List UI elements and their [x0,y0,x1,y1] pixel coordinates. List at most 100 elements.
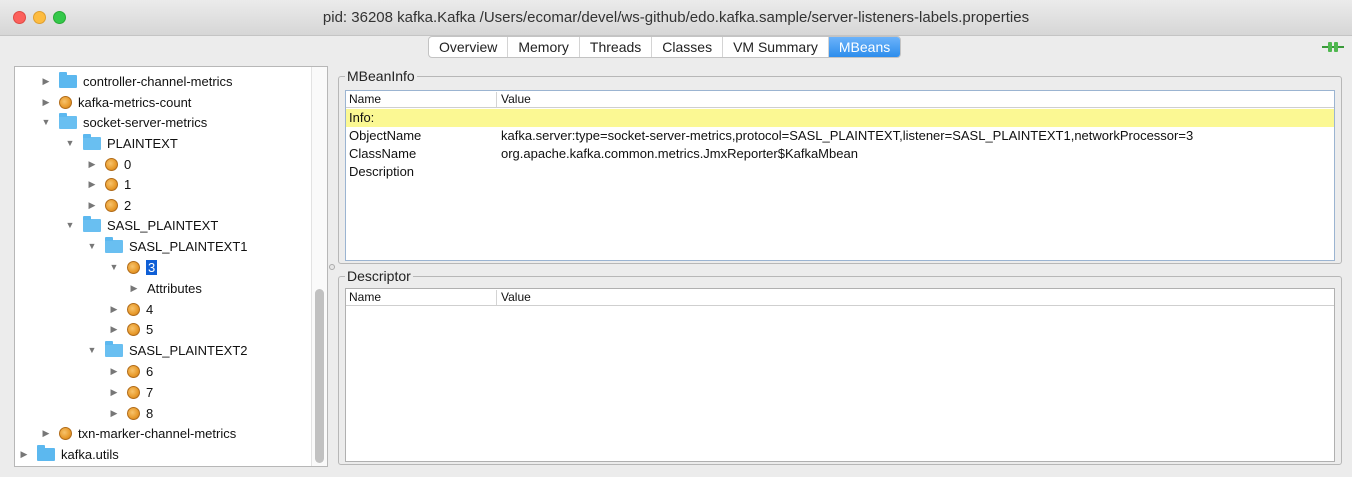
table-row[interactable]: ObjectName kafka.server:type=socket-serv… [346,127,1334,145]
collapse-triangle-icon[interactable]: ▼ [65,138,75,148]
tree-node-txn-marker-channel-metrics[interactable]: ▶ txn-marker-channel-metrics [41,423,237,443]
expand-triangle-icon[interactable]: ▶ [109,387,119,398]
expand-triangle-icon[interactable]: ▶ [19,449,29,460]
column-header-value[interactable]: Value [501,92,531,107]
tree-node-processor-8[interactable]: ▶ 8 [109,403,154,423]
tab-threads[interactable]: Threads [578,37,651,57]
tree-node-processor-1[interactable]: ▶ 1 [87,174,132,194]
tree-node-label: 6 [146,363,154,379]
tree-node-label: 7 [146,384,154,400]
row-name: ObjectName [349,128,422,143]
tree-node-processor-0[interactable]: ▶ 0 [87,154,132,174]
bean-icon [127,364,140,378]
tab-vm-summary[interactable]: VM Summary [722,37,828,57]
window-title: pid: 36208 kafka.Kafka /Users/ecomar/dev… [322,9,1030,26]
tree-node-processor-4[interactable]: ▶ 4 [109,299,154,319]
tree-node-attributes[interactable]: ▶ Attributes [129,278,202,298]
collapse-triangle-icon[interactable]: ▼ [87,345,97,355]
folder-icon [59,71,77,88]
collapse-triangle-icon[interactable]: ▼ [109,262,119,272]
tree-node-label: 5 [146,321,154,337]
tree-node-kafka-utils[interactable]: ▶ kafka.utils [19,444,119,464]
expand-triangle-icon[interactable]: ▶ [109,366,119,377]
tree-node-label: txn-marker-channel-metrics [78,425,237,441]
folder-open-icon [83,133,101,150]
tree-node-processor-7[interactable]: ▶ 7 [109,382,154,402]
table-row[interactable]: ClassName org.apache.kafka.common.metric… [346,145,1334,163]
tree-node-label: 8 [146,405,154,421]
mbeaninfo-table: Name Value Info: ObjectName kafka.server… [345,90,1335,261]
tree-node-label: socket-server-metrics [83,114,208,130]
bean-icon [127,260,140,274]
folder-open-icon [105,236,123,253]
mbeaninfo-panel: MBeanInfo Name Value Info: ObjectName ka… [338,68,1342,264]
tree-node-processor-3[interactable]: ▼ 3 [109,257,158,277]
tree-node-socket-server-metrics[interactable]: ▼ socket-server-metrics [41,112,207,132]
bean-icon [105,157,118,171]
expand-triangle-icon[interactable]: ▶ [109,304,119,315]
table-header: Name Value [346,289,1334,306]
row-name: Description [349,164,415,179]
tree-node-label: 4 [146,301,154,317]
bean-icon [127,406,140,420]
column-header-name[interactable]: Name [349,290,381,305]
mbean-tree: ▶ controller-channel-metrics ▶ kafka-met… [14,66,328,467]
tree-node-label: 1 [124,176,132,192]
expand-triangle-icon[interactable]: ▶ [87,159,97,170]
bean-icon [105,198,118,212]
tab-memory[interactable]: Memory [507,37,579,57]
tab-classes[interactable]: Classes [651,37,722,57]
column-divider[interactable] [496,92,497,107]
bean-icon [59,95,72,109]
collapse-triangle-icon[interactable]: ▼ [87,241,97,251]
tree-node-sasl-plaintext[interactable]: ▼ SASL_PLAINTEXT [65,215,218,235]
tab-overview[interactable]: Overview [429,37,507,57]
tree-node-kafka-metrics-count[interactable]: ▶ kafka-metrics-count [41,92,192,112]
tree-node-processor-2[interactable]: ▶ 2 [87,195,132,215]
tree-node-label: SASL_PLAINTEXT1 [129,238,248,254]
split-pane-divider[interactable] [329,264,335,270]
expand-triangle-icon[interactable]: ▶ [41,428,51,439]
tree-node-label: 0 [124,156,132,172]
tree-node-sasl-plaintext2[interactable]: ▼ SASL_PLAINTEXT2 [87,340,248,360]
expand-triangle-icon[interactable]: ▶ [109,408,119,419]
descriptor-title: Descriptor [345,268,413,284]
expand-triangle-icon[interactable]: ▶ [129,283,139,294]
tree-node-plaintext[interactable]: ▼ PLAINTEXT [65,133,178,153]
descriptor-panel: Descriptor Name Value [338,268,1342,465]
connection-status-icon [1322,42,1344,52]
row-name: Info: [349,110,375,125]
tree-scrollbar-thumb[interactable] [315,289,324,463]
folder-open-icon [59,112,77,129]
tree-node-label-selected: 3 [146,259,158,275]
column-header-name[interactable]: Name [349,92,381,107]
expand-triangle-icon[interactable]: ▶ [41,97,51,108]
row-name: ClassName [349,146,417,161]
tree-node-label: SASL_PLAINTEXT2 [129,342,248,358]
table-row[interactable]: Info: [346,109,1334,127]
folder-open-icon [105,340,123,357]
expand-triangle-icon[interactable]: ▶ [109,324,119,335]
collapse-triangle-icon[interactable]: ▼ [41,117,51,127]
collapse-triangle-icon[interactable]: ▼ [65,220,75,230]
bean-icon [105,177,118,191]
bean-icon [127,302,140,316]
folder-open-icon [83,215,101,232]
tree-node-label: PLAINTEXT [107,135,178,151]
table-header: Name Value [346,91,1334,108]
tree-node-label: Attributes [147,280,202,296]
expand-triangle-icon[interactable]: ▶ [41,76,51,87]
tree-node-label: 2 [124,197,132,213]
tree-node-processor-6[interactable]: ▶ 6 [109,361,154,381]
tree-node-controller-channel-metrics[interactable]: ▶ controller-channel-metrics [41,71,233,91]
tree-node-processor-5[interactable]: ▶ 5 [109,319,154,339]
tree-node-sasl-plaintext1[interactable]: ▼ SASL_PLAINTEXT1 [87,236,248,256]
tab-mbeans[interactable]: MBeans [827,37,901,57]
tab-bar: Overview Memory Threads Classes VM Summa… [0,36,1352,58]
table-row[interactable]: Description [346,163,1334,181]
expand-triangle-icon[interactable]: ▶ [87,179,97,190]
expand-triangle-icon[interactable]: ▶ [87,200,97,211]
tab-strip: Overview Memory Threads Classes VM Summa… [428,36,902,58]
column-header-value[interactable]: Value [501,290,531,305]
column-divider[interactable] [496,290,497,305]
